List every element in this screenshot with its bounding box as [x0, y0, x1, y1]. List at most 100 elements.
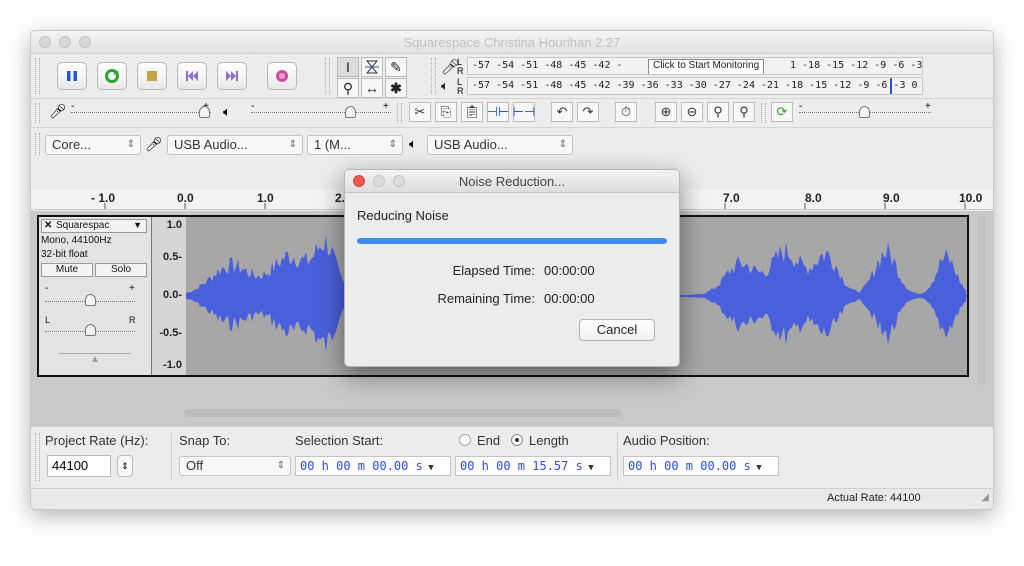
scale-label: 0.0- — [163, 289, 182, 301]
pause-icon — [67, 71, 77, 81]
record-meter[interactable]: -57 -54 -51 -48 -45 -42 - Click to Start… — [467, 57, 923, 75]
trim-button[interactable]: ⊣⊢ — [487, 102, 509, 122]
output-slider-plus: + — [383, 101, 389, 112]
end-radio[interactable] — [459, 434, 471, 446]
stop-button[interactable] — [137, 62, 167, 90]
length-field[interactable]: 00 h 00 m 15.57 s ▼ — [455, 456, 611, 476]
fit-selection-button[interactable]: ⚲ — [707, 102, 729, 122]
toolbar-grip[interactable] — [35, 133, 40, 155]
record-button[interactable] — [267, 62, 297, 90]
silence-button[interactable]: ⊢⊣ — [513, 102, 535, 122]
input-device-select[interactable]: USB Audio... ⇕ — [167, 135, 303, 155]
audio-position-field[interactable]: 00 h 00 m 00.00 s ▼ — [623, 456, 779, 476]
envelope-tool[interactable] — [361, 57, 383, 77]
collapse-track-button[interactable]: ▲ — [59, 353, 131, 372]
cut-button[interactable]: ✂ — [409, 102, 431, 122]
scissors-icon: ✂ — [414, 104, 426, 119]
output-volume-slider[interactable] — [251, 112, 391, 113]
snap-to-select[interactable]: Off ⇕ — [179, 456, 291, 476]
mixer-edit-toolbar: 🎤︎ - + 🔈︎ - + ✂ ⎘ 📋︎ ⊣⊢ ⊢⊣ ↶ ↷ ⏱︎ ⊕ ⊖ ⚲ … — [31, 98, 993, 127]
microphone-icon: 🎤︎ — [145, 136, 163, 152]
device-toolbar: Core... ⇕ 🎤︎ USB Audio... ⇕ 1 (M... ⇕ 🔈︎ US… — [31, 127, 993, 160]
project-rate-stepper[interactable]: ⇕ — [117, 455, 133, 477]
track-format: Mono, 44100Hz — [41, 235, 112, 246]
track-menu-button[interactable]: ✕ Squarespac ▼ — [41, 219, 147, 233]
gain-slider-thumb[interactable] — [85, 294, 96, 306]
toolbar-grip[interactable] — [35, 433, 40, 481]
zoom-in-button[interactable]: ⊕ — [655, 102, 677, 122]
record-meter-scale-tail: 1 -18 -15 -12 -9 -6 -3 0 — [790, 60, 923, 71]
speaker-icon[interactable]: 🔈︎ — [441, 78, 449, 94]
zoom-out-button[interactable]: ⊖ — [681, 102, 703, 122]
gain-plus: + — [129, 283, 135, 294]
resize-grip-icon[interactable]: ◢ — [981, 492, 989, 503]
selection-start-label: Selection Start: — [295, 433, 384, 448]
remaining-time-label: Remaining Time: — [437, 291, 535, 306]
silence-icon: ⊢⊣ — [512, 104, 536, 119]
zoom-out-icon: ⊖ — [686, 104, 698, 119]
time-shift-tool[interactable]: ↔ — [361, 78, 383, 98]
play-speed-thumb[interactable] — [859, 106, 870, 118]
audio-host-select[interactable]: Core... ⇕ — [45, 135, 141, 155]
playback-meter[interactable]: -57 -54 -51 -48 -45 -42 -39 -36 -33 -30 … — [467, 77, 923, 95]
redo-icon: ↷ — [582, 104, 594, 119]
pause-button[interactable] — [57, 62, 87, 90]
input-volume-slider[interactable] — [71, 112, 211, 113]
copy-button[interactable]: ⎘ — [435, 102, 457, 122]
sync-lock-button[interactable]: ⏱︎ — [615, 102, 637, 122]
toolbar-grip[interactable] — [397, 103, 402, 123]
remaining-time-value: 00:00:00 — [544, 291, 595, 306]
undo-button[interactable]: ↶ — [551, 102, 573, 122]
toolbar-grip[interactable] — [35, 58, 40, 94]
elapsed-time-value: 00:00:00 — [544, 263, 595, 278]
snap-to-label: Snap To: — [179, 433, 231, 448]
playback-meter-marker — [890, 78, 892, 94]
pan-slider-thumb[interactable] — [85, 324, 96, 336]
close-track-icon[interactable]: ✕ — [44, 220, 52, 231]
toolbar-grip[interactable] — [35, 103, 40, 123]
end-label: End — [477, 433, 501, 448]
skip-start-icon — [186, 71, 198, 81]
selection-start-field[interactable]: 00 h 00 m 00.00 s ▼ — [295, 456, 451, 476]
redo-button[interactable]: ↷ — [577, 102, 599, 122]
updown-arrows-icon: ⇕ — [121, 461, 129, 471]
selection-toolbar: Project Rate (Hz): 44100 ⇕ Snap To: Off ⇕… — [31, 426, 993, 489]
output-device-select[interactable]: USB Audio... ⇕ — [427, 135, 573, 155]
toolbar-grip[interactable] — [325, 58, 330, 94]
paste-button[interactable]: 📋︎ — [461, 102, 483, 122]
draw-tool[interactable]: ✎ — [385, 57, 407, 77]
cancel-button[interactable]: Cancel — [579, 319, 655, 341]
length-radio[interactable] — [511, 434, 523, 446]
scale-label: 1.0 — [166, 219, 182, 231]
selection-tool[interactable]: I — [337, 57, 359, 77]
skip-to-start-button[interactable] — [177, 62, 207, 90]
track-control-panel: ✕ Squarespac ▼ Mono, 44100Hz 32-bit floa… — [39, 217, 152, 375]
play-at-speed-button[interactable]: ⟳ — [771, 102, 793, 122]
toolbar-grip[interactable] — [431, 58, 436, 94]
input-slider-minus: - — [71, 101, 75, 112]
start-monitoring-button[interactable]: Click to Start Monitoring — [648, 59, 765, 74]
fit-project-button[interactable]: ⚲ — [733, 102, 755, 122]
toolbar-grip[interactable] — [761, 103, 766, 123]
horizontal-scrollbar[interactable] — [184, 409, 622, 417]
multi-tool[interactable]: ✱ — [385, 78, 407, 98]
play-button[interactable] — [97, 62, 127, 90]
input-volume-thumb[interactable] — [199, 106, 210, 118]
length-value: 00 h 00 m 15.57 s — [460, 459, 583, 473]
project-rate-input[interactable]: 44100 — [47, 455, 111, 477]
pan-right-label: R — [129, 315, 136, 325]
paste-icon: 📋︎ — [463, 104, 481, 119]
transport-toolbar — [31, 54, 321, 98]
input-channels-select[interactable]: 1 (M... ⇕ — [307, 135, 403, 155]
mute-button[interactable]: Mute — [41, 263, 93, 277]
loop-play-icon: ⟳ — [776, 104, 788, 119]
skip-to-end-button[interactable] — [217, 62, 247, 90]
solo-button[interactable]: Solo — [95, 263, 147, 277]
zoom-tool[interactable]: ⚲ — [337, 78, 359, 98]
vertical-scrollbar[interactable] — [977, 215, 985, 385]
output-volume-thumb[interactable] — [345, 106, 356, 118]
fit-selection-icon: ⚲ — [713, 104, 723, 119]
gain-minus: - — [45, 283, 49, 294]
undo-icon: ↶ — [556, 104, 568, 119]
trim-icon: ⊣⊢ — [486, 104, 510, 119]
